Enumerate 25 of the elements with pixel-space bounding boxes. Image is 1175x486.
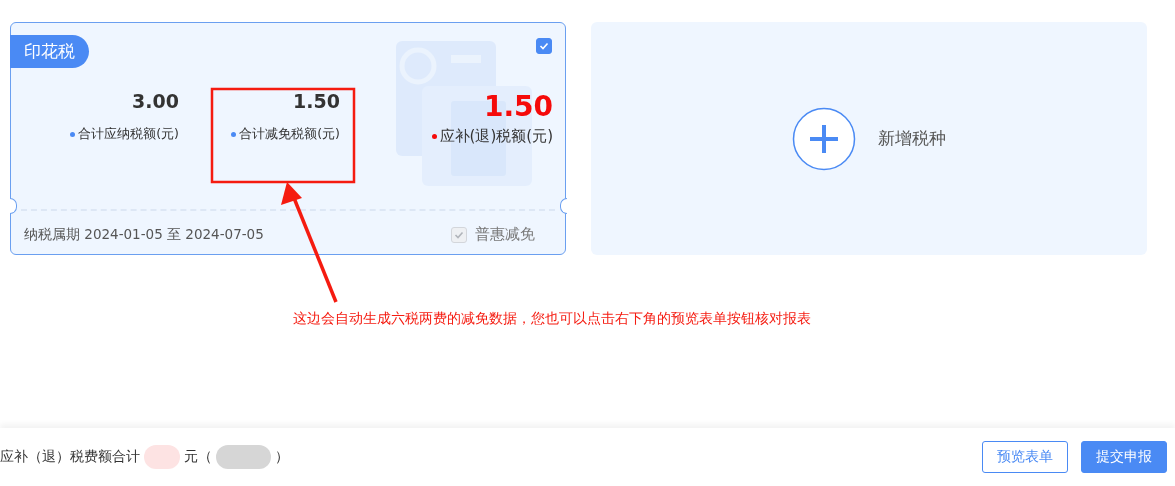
- tax-type-tag: 印花税: [10, 35, 89, 68]
- amount-label: 应补(退)税额(元): [431, 127, 553, 146]
- checkbox[interactable]: [536, 38, 552, 54]
- card-notch: [559, 198, 567, 214]
- redacted-area: [144, 445, 180, 469]
- amount-value: 1.50: [293, 90, 340, 112]
- paren-close: ）: [275, 448, 289, 466]
- relief-label: 普惠减免: [475, 225, 535, 244]
- amount-value: 3.00: [132, 90, 179, 112]
- check-icon: [454, 229, 464, 240]
- preview-button[interactable]: 预览表单: [982, 441, 1068, 473]
- amount-label: 合计应纳税额(元): [70, 126, 179, 143]
- paren-open: （: [198, 448, 212, 466]
- check-icon: [539, 41, 549, 51]
- amount-label: 合计减免税额(元): [231, 126, 340, 143]
- add-tax-card[interactable]: 新增税种: [591, 22, 1147, 255]
- annotation-text: 这边会自动生成六税两费的减免数据，您也可以点击右下角的预览表单按钮核对报表: [292, 310, 812, 328]
- summary-label: 应补（退）税费额合计: [0, 448, 140, 466]
- plus-icon: [792, 106, 856, 171]
- unit-label: 元: [184, 448, 198, 466]
- add-tax-label: 新增税种: [878, 127, 946, 150]
- amount-value: 1.50: [483, 90, 553, 123]
- tax-period: 纳税属期 2024-01-05 至 2024-07-05: [24, 225, 264, 244]
- redacted-area: [216, 445, 271, 469]
- card-notch: [9, 198, 17, 214]
